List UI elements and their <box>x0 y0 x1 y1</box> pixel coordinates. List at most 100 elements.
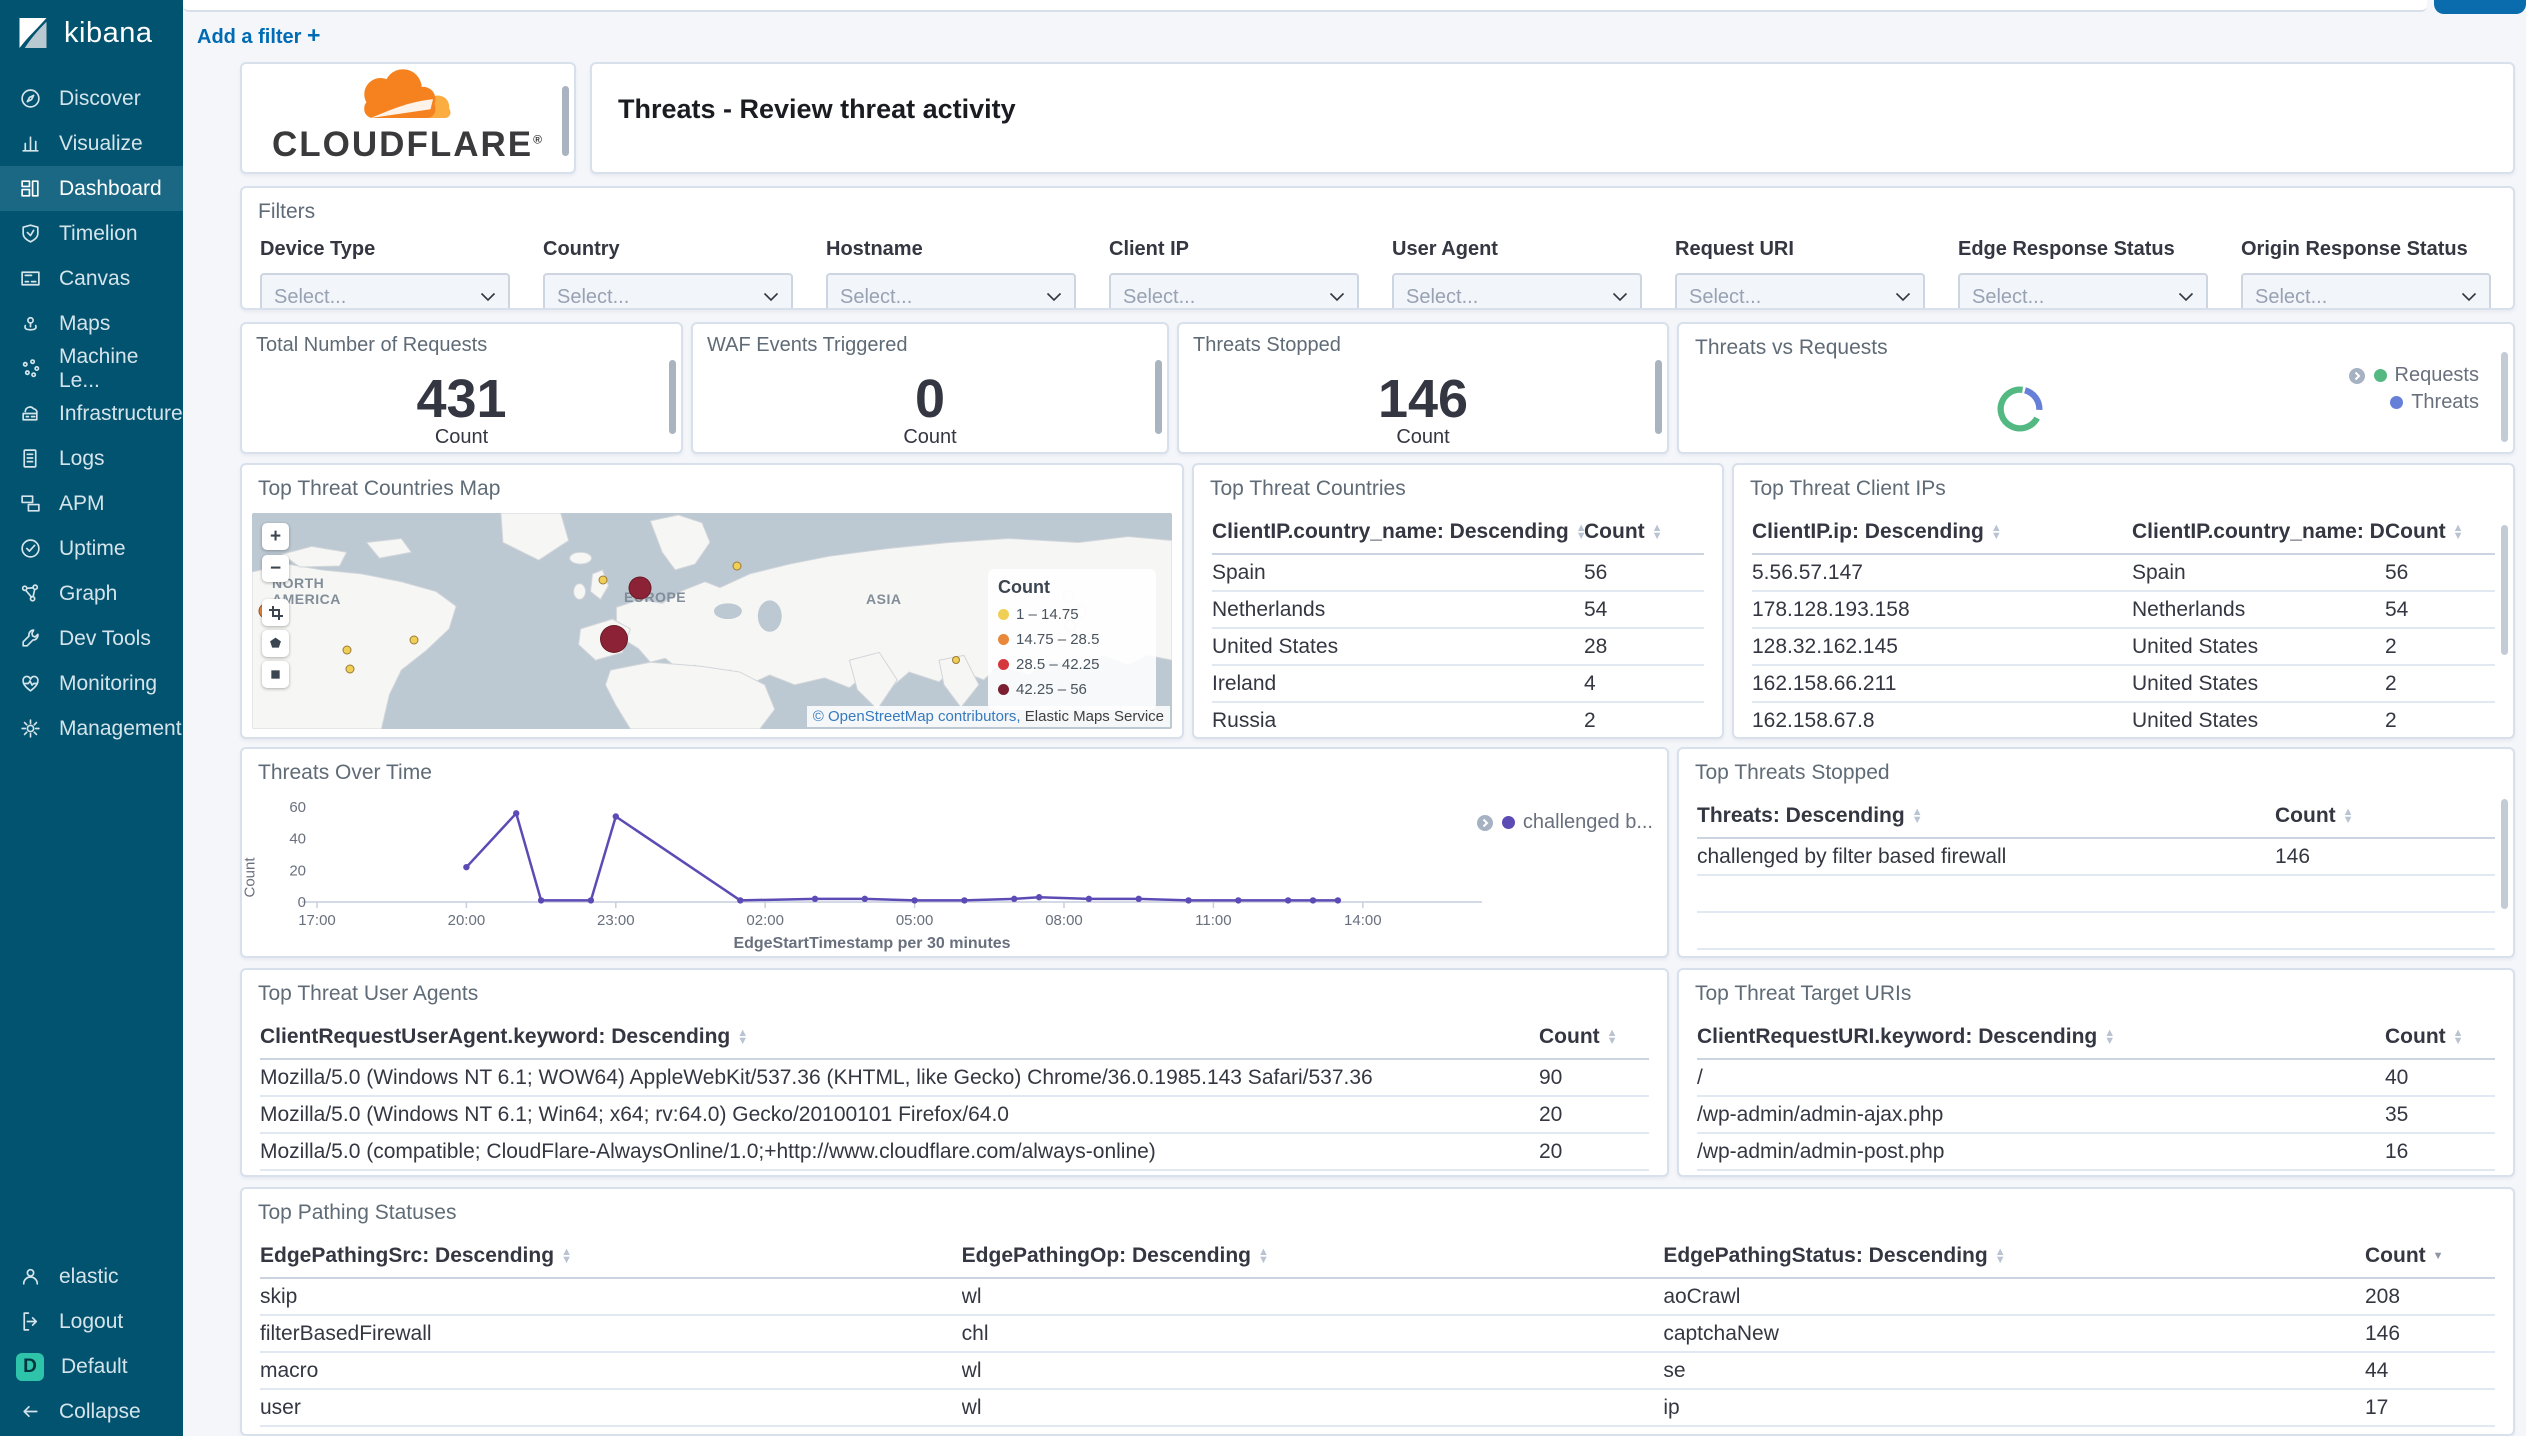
panel-title: Threats vs Requests <box>1695 336 1888 359</box>
osm-link[interactable]: © OpenStreetMap contributors, <box>813 708 1021 725</box>
kibana-logo-icon <box>19 18 47 48</box>
panel-threats-vs-requests: Threats vs Requests Requests Threats <box>1677 322 2515 454</box>
add-filter-button[interactable]: Add a filter + <box>197 22 320 49</box>
filter-select-country[interactable]: Select... <box>543 273 793 308</box>
filter-select-request-uri[interactable]: Select... <box>1675 273 1925 308</box>
table-cell: 146 <box>2365 1321 2401 1345</box>
zoom-in-button[interactable]: + <box>262 523 289 550</box>
kibana-logo[interactable]: kibana <box>0 0 183 66</box>
sidebar-item-label: Monitoring <box>59 671 158 695</box>
filter-select-client-ip[interactable]: Select... <box>1109 273 1359 308</box>
column-header-count[interactable]: Count ▲ ▼ <box>2385 511 2495 553</box>
table-row <box>1697 913 2495 950</box>
sidebar-item-discover[interactable]: Discover <box>0 76 183 121</box>
metric-unit: Count <box>903 426 957 448</box>
sidebar-item-uptime[interactable]: Uptime <box>0 526 183 571</box>
world-map[interactable]: NORTH AMERICA EUROPE ASIA + − Count 1 – 14… <box>252 513 1172 729</box>
table-row: / 40 <box>1697 1060 2495 1097</box>
sidebar-item-dev-tools[interactable]: Dev Tools <box>0 616 183 661</box>
ml-icon <box>22 359 40 378</box>
filter-select-user-agent[interactable]: Select... <box>1392 273 1642 308</box>
column-header-clientrequestuseragent-keyword-descending[interactable]: ClientRequestUserAgent.keyword: Descendi… <box>260 1016 1539 1058</box>
column-label: Count <box>1539 1025 1600 1048</box>
column-header-count[interactable]: Count ▲ ▼ <box>1584 511 1704 553</box>
monitoring-icon <box>22 675 39 692</box>
scrollbar[interactable] <box>1155 360 1162 434</box>
filter-select-edge-response-status[interactable]: Select... <box>1958 273 2208 308</box>
filter-label: Origin Response Status <box>2241 238 2468 260</box>
panel-threat-countries-map: Top Threat Countries Map NORTH AMERICA E… <box>240 463 1184 739</box>
select-placeholder: Select... <box>2255 285 2328 308</box>
column-header-count[interactable]: Count ▼ <box>2365 1235 2495 1277</box>
column-header-clientip-country-name-descending[interactable]: ClientIP.country_name: Descending▲▼ <box>1212 511 1584 553</box>
column-header-clientip-country-name-descending[interactable]: ClientIP.country_name: Descending▲▼ <box>2132 511 2385 553</box>
legend-toggle-icon[interactable] <box>2348 367 2366 385</box>
legend-item-requests[interactable]: Requests <box>2348 362 2479 389</box>
legend-item-threats[interactable]: Threats <box>2348 389 2479 416</box>
filter-select-device-type[interactable]: Select... <box>260 273 510 308</box>
scrollbar[interactable] <box>2501 525 2508 655</box>
collapse-icon <box>23 1405 38 1418</box>
column-header-edgepathingsrc-descending[interactable]: EdgePathingSrc: Descending ▲ ▼ <box>260 1235 962 1277</box>
crop-tool-button[interactable] <box>262 599 289 626</box>
metric-value: 0 <box>914 369 946 429</box>
table-header: ClientRequestURI.keyword: Descending ▲ ▼ Co… <box>1697 1016 2495 1060</box>
sidebar-item-timelion[interactable]: Timelion <box>0 211 183 256</box>
sidebar-item-visualize[interactable]: Visualize <box>0 121 183 166</box>
column-header-threats-descending[interactable]: Threats: Descending ▲ ▼ <box>1697 795 2275 837</box>
legend-item-challenged-by-filter-based-firewall[interactable]: challenged b... <box>1476 809 1653 836</box>
column-label: Count <box>1584 520 1645 543</box>
sidebar-item-management[interactable]: Management <box>0 706 183 751</box>
chevron-down-icon <box>480 292 496 302</box>
sidebar-item-apm[interactable]: APM <box>0 481 183 526</box>
query-bar-sliver[interactable] <box>183 0 2427 12</box>
sidebar-item-machine-le[interactable]: Machine Le... <box>0 345 183 392</box>
column-header-clientip-ip-descending[interactable]: ClientIP.ip: Descending ▲ ▼ <box>1752 511 2132 553</box>
filter-select-origin-response-status[interactable]: Select... <box>2241 273 2491 308</box>
table-cell: 54 <box>1584 597 1608 621</box>
map-legend-title: Count <box>998 577 1050 597</box>
column-header-count[interactable]: Count ▲ ▼ <box>1539 1016 1649 1058</box>
table-cell: 178.128.193.158 <box>1752 597 1910 621</box>
legend-range: 14.75 – 28.5 <box>1016 631 1100 648</box>
sidebar-item-label: Uptime <box>59 536 126 560</box>
table-cell: wl <box>961 1358 982 1382</box>
sidebar-footer-collapse[interactable]: Collapse <box>0 1389 183 1434</box>
panel-top-threat-target-uris: Top Threat Target URIs ClientRequestURI.… <box>1677 968 2515 1177</box>
table-row: Russia 2 <box>1212 703 1704 737</box>
table-cell: Netherlands <box>2132 597 2246 621</box>
column-header-count[interactable]: Count ▲ ▼ <box>2385 1016 2495 1058</box>
table-cell: /wp-admin/admin-ajax.php <box>1697 1102 1944 1126</box>
sidebar-item-logs[interactable]: Logs <box>0 436 183 481</box>
sort-icon: ▲▼ <box>2452 522 2464 542</box>
rectangle-tool-button[interactable] <box>262 661 289 688</box>
page-title: Threats - Review threat activity <box>618 94 1016 124</box>
metric-title: Total Number of Requests <box>256 334 488 356</box>
legend-toggle-icon[interactable] <box>1476 814 1494 832</box>
filter-select-hostname[interactable]: Select... <box>826 273 1076 308</box>
sidebar-footer-logout[interactable]: Logout <box>0 1299 183 1344</box>
scrollbar[interactable] <box>562 86 569 156</box>
sidebar-item-dashboard[interactable]: Dashboard <box>0 166 183 211</box>
scrollbar[interactable] <box>669 360 676 434</box>
sidebar-item-graph[interactable]: Graph <box>0 571 183 616</box>
sidebar-item-maps[interactable]: Maps <box>0 301 183 346</box>
column-header-edgepathingstatus-descending[interactable]: EdgePathingStatus: Descending ▲ ▼ <box>1663 1235 2365 1277</box>
sort-icon: ▲▼ <box>1258 1246 1269 1266</box>
scrollbar[interactable] <box>2501 352 2508 442</box>
table-header: ClientIP.country_name: Descending▲▼Count… <box>1212 511 1704 555</box>
select-placeholder: Select... <box>1406 285 1479 308</box>
column-header-count[interactable]: Count ▲ ▼ <box>2275 795 2495 837</box>
sidebar-item-infrastructure[interactable]: Infrastructure <box>0 391 183 436</box>
sidebar-footer-default[interactable]: D Default <box>0 1344 183 1389</box>
sidebar-item-monitoring[interactable]: Monitoring <box>0 661 183 706</box>
column-header-clientrequesturi-keyword-descending[interactable]: ClientRequestURI.keyword: Descending ▲ ▼ <box>1697 1016 2385 1058</box>
polygon-tool-button[interactable] <box>262 630 289 657</box>
table-cell: 16 <box>2385 1139 2409 1163</box>
scrollbar[interactable] <box>2501 799 2508 909</box>
scrollbar[interactable] <box>1655 360 1662 434</box>
zoom-out-button[interactable]: − <box>262 555 289 582</box>
sidebar-footer-elastic[interactable]: elastic <box>0 1254 183 1299</box>
column-header-edgepathingop-descending[interactable]: EdgePathingOp: Descending ▲ ▼ <box>962 1235 1664 1277</box>
sidebar-item-canvas[interactable]: Canvas <box>0 256 183 301</box>
